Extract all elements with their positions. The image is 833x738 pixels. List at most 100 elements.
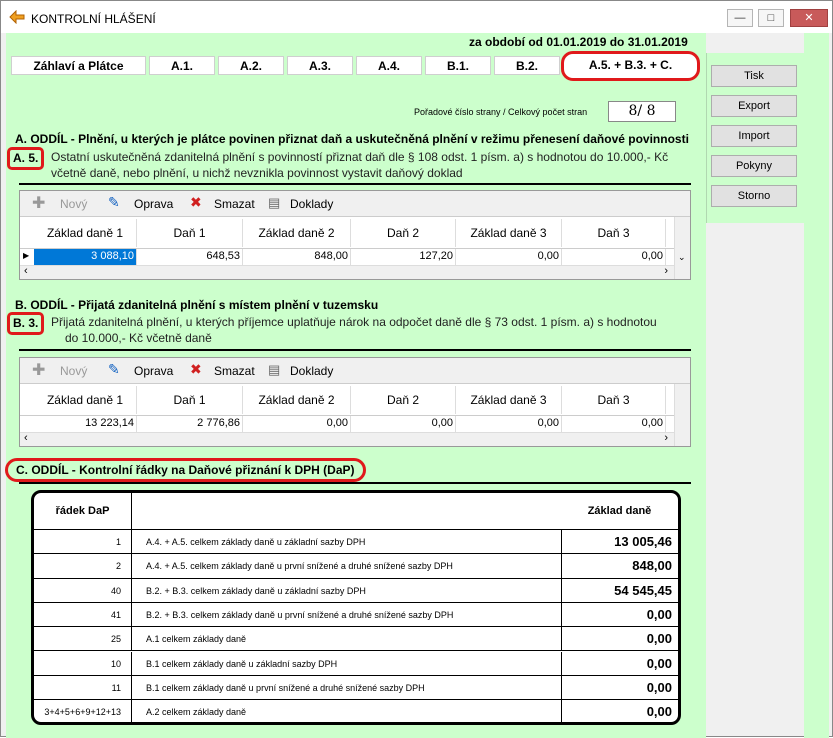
delete-icon: ✖ [190, 361, 202, 377]
header-dan-2[interactable]: Daň 2 [351, 219, 456, 247]
header-zaklad-1[interactable]: Základ daně 1 [34, 386, 137, 414]
row-description: B.2. + B.3. celkem základy daně u základ… [146, 585, 366, 596]
cancel-button[interactable]: Storno [711, 185, 797, 207]
row-value-cell: 0,00 [561, 627, 678, 651]
header-zaklad-3[interactable]: Základ daně 3 [456, 219, 562, 247]
edit-button[interactable]: Oprava [134, 364, 173, 378]
scroll-left-icon[interactable]: ‹ [24, 265, 28, 277]
instructions-button[interactable]: Pokyny [711, 155, 797, 177]
horizontal-scrollbar[interactable]: ‹ › [20, 432, 674, 446]
maximize-button[interactable]: □ [758, 9, 784, 27]
cell-b3-zaklad-1[interactable]: 13 223,14 [34, 416, 137, 432]
header-dan-1[interactable]: Daň 1 [137, 219, 243, 247]
row-line-number: 1 [34, 530, 132, 554]
row-line-number: 25 [34, 627, 132, 651]
header-dan-3[interactable]: Daň 3 [562, 386, 666, 414]
header-zaklad-1[interactable]: Základ daně 1 [34, 219, 137, 247]
print-button[interactable]: Tisk [711, 65, 797, 87]
cell-b3-zaklad-2[interactable]: 0,00 [243, 416, 351, 432]
plus-icon: ✚ [32, 362, 46, 379]
cell-b3-zaklad-3[interactable]: 0,00 [456, 416, 562, 432]
row-description: A.4. + A.5. celkem základy daně u základ… [146, 537, 366, 547]
import-button[interactable]: Import [711, 125, 797, 147]
row-line-number: 3+4+5+6+9+12+13 [34, 700, 132, 722]
documents-button[interactable]: Doklady [290, 364, 333, 378]
row-value-cell: 54 545,45 [561, 578, 678, 602]
header-radek-dap: řádek DaP [34, 493, 132, 529]
page-number-label: Pořadové číslo strany / Celkový počet st… [414, 107, 588, 117]
scroll-down-icon[interactable]: ⌄ [678, 252, 686, 263]
header-zaklad-2[interactable]: Základ daně 2 [243, 386, 351, 414]
row-description: A.4. + A.5. celkem základy daně u první … [146, 561, 453, 572]
vertical-scrollbar[interactable] [674, 384, 690, 446]
section-a5-tag: A. 5. [7, 147, 45, 170]
scroll-right-icon[interactable]: › [664, 432, 668, 444]
delete-button[interactable]: Smazat [214, 197, 255, 211]
row-description: B.2. + B.3. celkem základy daně u první … [146, 609, 454, 620]
delete-icon: ✖ [190, 194, 202, 210]
tab-a4[interactable]: A.4. [356, 56, 422, 75]
row-line-number: 10 [34, 651, 132, 675]
kontrolni-hlaseni-window: KONTROLNÍ HLÁŠENÍ — □ ✕ za období od 01.… [0, 0, 833, 738]
tab-a5-b3-c[interactable]: A.5. + B.3. + C. [561, 51, 700, 81]
row-value: 0,00 [646, 655, 672, 671]
table-row: 3+4+5+6+9+12+13 A.2 celkem základy daně 0,… [34, 700, 678, 722]
horizontal-scrollbar[interactable]: ‹ › [20, 265, 674, 279]
table-row: 10 B.1 celkem základy daně u základní saz… [34, 651, 678, 676]
tab-b2[interactable]: B.2. [494, 56, 560, 75]
section-a-heading: A. ODDÍL - Plnění, u kterých je plátce p… [15, 132, 689, 146]
grid-a5-toolbar: ✚ Nový ✎ Oprava ✖ Smazat ▤ Doklady [20, 191, 690, 217]
table-row: 11 B.1 celkem základy daně u první snížen… [34, 675, 678, 701]
side-strip [804, 33, 829, 738]
grid-a5: ✚ Nový ✎ Oprava ✖ Smazat ▤ Doklady Zákla… [19, 190, 691, 280]
scroll-left-icon[interactable]: ‹ [24, 432, 28, 444]
cell-a5-zaklad-3[interactable]: 0,00 [456, 249, 562, 265]
cell-b3-dan-1[interactable]: 2 776,86 [137, 416, 243, 432]
tab-zahlavi[interactable]: Záhlaví a Plátce [11, 56, 146, 75]
header-dan-2[interactable]: Daň 2 [351, 386, 456, 414]
section-c-table: řádek DaP Základ daně 1 A.4. + A.5. celke… [31, 490, 681, 725]
row-indicator-icon: ▶ [23, 251, 30, 260]
section-c-heading: C. ODDÍL - Kontrolní řádky na Daňové při… [5, 458, 366, 482]
cell-a5-dan-2[interactable]: 127,20 [351, 249, 456, 265]
row-value-cell: 848,00 [561, 554, 678, 578]
new-button[interactable]: Nový [60, 364, 87, 378]
header-zaklad-3[interactable]: Základ daně 3 [456, 386, 562, 414]
cell-b3-dan-3[interactable]: 0,00 [562, 416, 666, 432]
tab-a3[interactable]: A.3. [287, 56, 353, 75]
new-button[interactable]: Nový [60, 197, 87, 211]
minimize-button[interactable]: — [727, 9, 753, 27]
tab-b1[interactable]: B.1. [425, 56, 491, 75]
cell-a5-dan-3[interactable]: 0,00 [562, 249, 666, 265]
divider [19, 482, 691, 484]
document-icon: ▤ [268, 195, 281, 210]
edit-button[interactable]: Oprava [134, 197, 173, 211]
vertical-scrollbar[interactable]: ⌄ [674, 217, 690, 279]
app-icon [9, 10, 25, 24]
header-dan-1[interactable]: Daň 1 [137, 386, 243, 414]
section-b-heading: B. ODDÍL - Přijatá zdanitelná plnění s m… [15, 298, 379, 312]
table-header-row: řádek DaP Základ daně [34, 493, 678, 530]
table-row: 41 B.2. + B.3. celkem základy daně u prvn… [34, 602, 678, 628]
close-button[interactable]: ✕ [790, 9, 828, 27]
row-value-cell: 0,00 [561, 602, 678, 627]
delete-button[interactable]: Smazat [214, 364, 255, 378]
header-zaklad-2[interactable]: Základ daně 2 [243, 219, 351, 247]
cell-a5-zaklad-2[interactable]: 848,00 [243, 249, 351, 265]
row-value: 0,00 [646, 704, 672, 720]
page-number-field[interactable]: 8/ 8 [608, 101, 676, 122]
cell-a5-dan-1[interactable]: 648,53 [137, 249, 243, 265]
cell-b3-dan-2[interactable]: 0,00 [351, 416, 456, 432]
cell-a5-zaklad-1[interactable]: 3 088,10 [34, 249, 137, 265]
documents-button[interactable]: Doklady [290, 197, 333, 211]
scroll-right-icon[interactable]: › [664, 265, 668, 277]
section-a5-description-2: včetně daně, nebo plnění, u nichž nevzni… [51, 166, 463, 180]
export-button[interactable]: Export [711, 95, 797, 117]
divider [19, 183, 691, 185]
tab-a1[interactable]: A.1. [149, 56, 215, 75]
header-dan-3[interactable]: Daň 3 [562, 219, 666, 247]
row-value-cell: 0,00 [561, 675, 678, 700]
period-label: za období od 01.01.2019 do 31.01.2019 [469, 35, 688, 49]
row-value: 848,00 [632, 558, 672, 574]
tab-a2[interactable]: A.2. [218, 56, 284, 75]
